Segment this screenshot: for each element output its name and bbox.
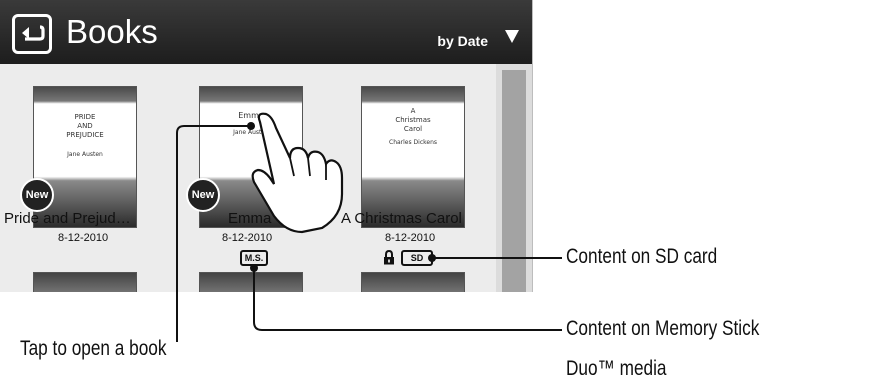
callout-tap-to-open: Tap to open a book bbox=[20, 337, 167, 360]
callout-memory-stick-line2: Duo™ media bbox=[566, 357, 667, 380]
callout-sd-card: Content on SD card bbox=[566, 245, 718, 268]
callout-memory-stick-line1: Content on Memory Stick bbox=[566, 317, 760, 340]
